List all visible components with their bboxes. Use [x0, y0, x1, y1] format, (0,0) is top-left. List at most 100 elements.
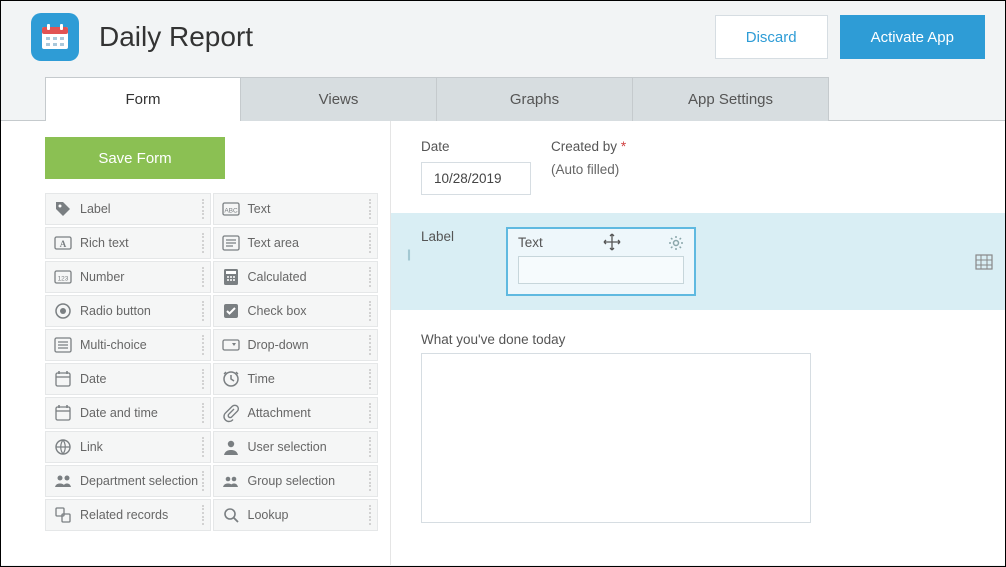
- field-label: Check box: [248, 304, 307, 318]
- clock-icon: [220, 368, 242, 390]
- cal-icon: [52, 368, 74, 390]
- text-field-input[interactable]: [518, 256, 684, 284]
- field-item-drop-down[interactable]: Drop-down: [213, 329, 379, 361]
- row-drag-handle[interactable]: ||: [401, 227, 415, 261]
- svg-text:123: 123: [58, 276, 69, 283]
- field-label: Calculated: [248, 270, 307, 284]
- field-item-related-records[interactable]: Related records: [45, 499, 211, 531]
- field-item-text-area[interactable]: Text area: [213, 227, 379, 259]
- 123-icon: 123: [52, 266, 74, 288]
- field-label: Link: [80, 440, 103, 454]
- field-label: Radio button: [80, 304, 151, 318]
- field-item-check-box[interactable]: Check box: [213, 295, 379, 327]
- field-item-link[interactable]: Link: [45, 431, 211, 463]
- drag-grip-icon: [198, 436, 208, 458]
- field-item-time[interactable]: Time: [213, 363, 379, 395]
- auto-filled-text: (Auto filled): [551, 162, 626, 177]
- field-label: Date: [80, 372, 106, 386]
- drag-grip-icon: [365, 402, 375, 424]
- drag-grip-icon: [365, 266, 375, 288]
- tab-views[interactable]: Views: [241, 77, 437, 121]
- field-label: Time: [248, 372, 275, 386]
- drag-grip-icon: [198, 232, 208, 254]
- field-item-label[interactable]: Label: [45, 193, 211, 225]
- field-item-attachment[interactable]: Attachment: [213, 397, 379, 429]
- field-item-date-and-time[interactable]: Date and time: [45, 397, 211, 429]
- dept-icon: [52, 470, 74, 492]
- field-item-lookup[interactable]: Lookup: [213, 499, 379, 531]
- svg-text:ABC: ABC: [224, 208, 238, 215]
- table-icon[interactable]: [975, 253, 993, 271]
- cal-icon: [52, 402, 74, 424]
- calc-icon: [220, 266, 242, 288]
- abc-icon: ABC: [220, 198, 242, 220]
- drag-grip-icon: [365, 232, 375, 254]
- created-by-label: Created by *: [551, 139, 626, 154]
- date-input[interactable]: [421, 162, 531, 195]
- field-item-rich-text[interactable]: ARich text: [45, 227, 211, 259]
- field-item-number[interactable]: 123 Number: [45, 261, 211, 293]
- field-label: Number: [80, 270, 124, 284]
- drag-grip-icon: [198, 504, 208, 526]
- done-today-textarea[interactable]: [421, 353, 811, 523]
- field-label: User selection: [248, 440, 327, 454]
- field-item-department-selection[interactable]: Department selection: [45, 465, 211, 497]
- drag-grip-icon: [198, 470, 208, 492]
- drag-grip-icon: [365, 334, 375, 356]
- field-label: Department selection: [80, 474, 198, 488]
- field-label: Text area: [248, 236, 299, 250]
- check-icon: [220, 300, 242, 322]
- drag-grip-icon: [198, 266, 208, 288]
- app-title: Daily Report: [99, 21, 703, 53]
- discard-button[interactable]: Discard: [715, 15, 828, 59]
- content: Save Form LabelABCTextARich textText are…: [1, 120, 1005, 565]
- app-icon: [31, 13, 79, 61]
- field-palette: Save Form Label ABCTextARich text Text are…: [1, 121, 391, 565]
- drag-grip-icon: [198, 402, 208, 424]
- form-canvas: Date Created by * (Auto filled) || Label…: [391, 121, 1005, 565]
- field-label: Related records: [80, 508, 168, 522]
- field-item-text[interactable]: ABCText: [213, 193, 379, 225]
- tabs: Form Views Graphs App Settings: [45, 77, 1005, 121]
- drag-grip-icon: [198, 300, 208, 322]
- done-today-label: What you've done today: [421, 332, 995, 347]
- field-label: Drop-down: [248, 338, 309, 352]
- tab-graphs[interactable]: Graphs: [437, 77, 633, 121]
- user-icon: [220, 436, 242, 458]
- drag-grip-icon: [198, 198, 208, 220]
- drag-grip-icon: [365, 368, 375, 390]
- date-label: Date: [421, 139, 531, 154]
- field-label: Attachment: [248, 406, 311, 420]
- selected-text-label: Text: [518, 235, 684, 250]
- field-item-multi-choice[interactable]: Multi-choice: [45, 329, 211, 361]
- drag-grip-icon: [365, 198, 375, 220]
- selected-text-field[interactable]: Text: [506, 227, 696, 296]
- field-item-radio-button[interactable]: Radio button: [45, 295, 211, 327]
- save-form-button[interactable]: Save Form: [45, 137, 225, 179]
- activate-button[interactable]: Activate App: [840, 15, 985, 59]
- selected-field-row[interactable]: || Label Text: [391, 213, 1005, 310]
- field-item-group-selection[interactable]: Group selection: [213, 465, 379, 497]
- drag-grip-icon: [365, 504, 375, 526]
- calendar-icon: [39, 21, 71, 53]
- A-icon: A: [52, 232, 74, 254]
- field-label: Label: [80, 202, 111, 216]
- globe-icon: [52, 436, 74, 458]
- selected-label-field[interactable]: Label: [421, 227, 506, 244]
- field-label: Group selection: [248, 474, 336, 488]
- related-icon: [52, 504, 74, 526]
- list-icon: [52, 334, 74, 356]
- drag-grip-icon: [198, 334, 208, 356]
- svg-text:A: A: [60, 239, 67, 249]
- field-item-date[interactable]: Date: [45, 363, 211, 395]
- drag-grip-icon: [365, 470, 375, 492]
- field-item-calculated[interactable]: Calculated: [213, 261, 379, 293]
- field-item-user-selection[interactable]: User selection: [213, 431, 379, 463]
- gear-icon[interactable]: [668, 235, 684, 251]
- tab-form[interactable]: Form: [45, 77, 241, 121]
- field-label: Lookup: [248, 508, 289, 522]
- clip-icon: [220, 402, 242, 424]
- group-icon: [220, 470, 242, 492]
- created-by-field: Created by * (Auto filled): [551, 139, 626, 195]
- tab-app-settings[interactable]: App Settings: [633, 77, 829, 121]
